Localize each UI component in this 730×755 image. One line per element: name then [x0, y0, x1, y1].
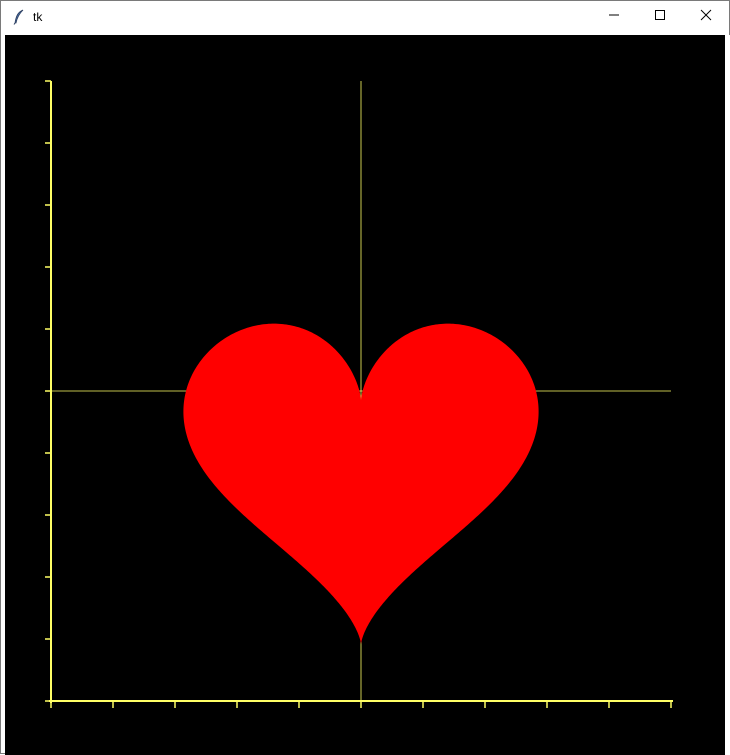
app-window: tk	[0, 0, 730, 755]
feather-icon	[11, 9, 27, 25]
window-title: tk	[33, 10, 43, 24]
window-controls	[591, 1, 729, 33]
drawing-canvas[interactable]	[5, 35, 725, 755]
maximize-icon	[654, 8, 666, 26]
maximize-button[interactable]	[637, 1, 683, 33]
title-bar[interactable]: tk	[1, 1, 729, 33]
minimize-icon	[608, 8, 620, 26]
close-icon	[700, 8, 712, 26]
canvas-drawing	[45, 80, 673, 708]
close-button[interactable]	[683, 1, 729, 33]
minimize-button[interactable]	[591, 1, 637, 33]
window-edge	[725, 35, 730, 755]
